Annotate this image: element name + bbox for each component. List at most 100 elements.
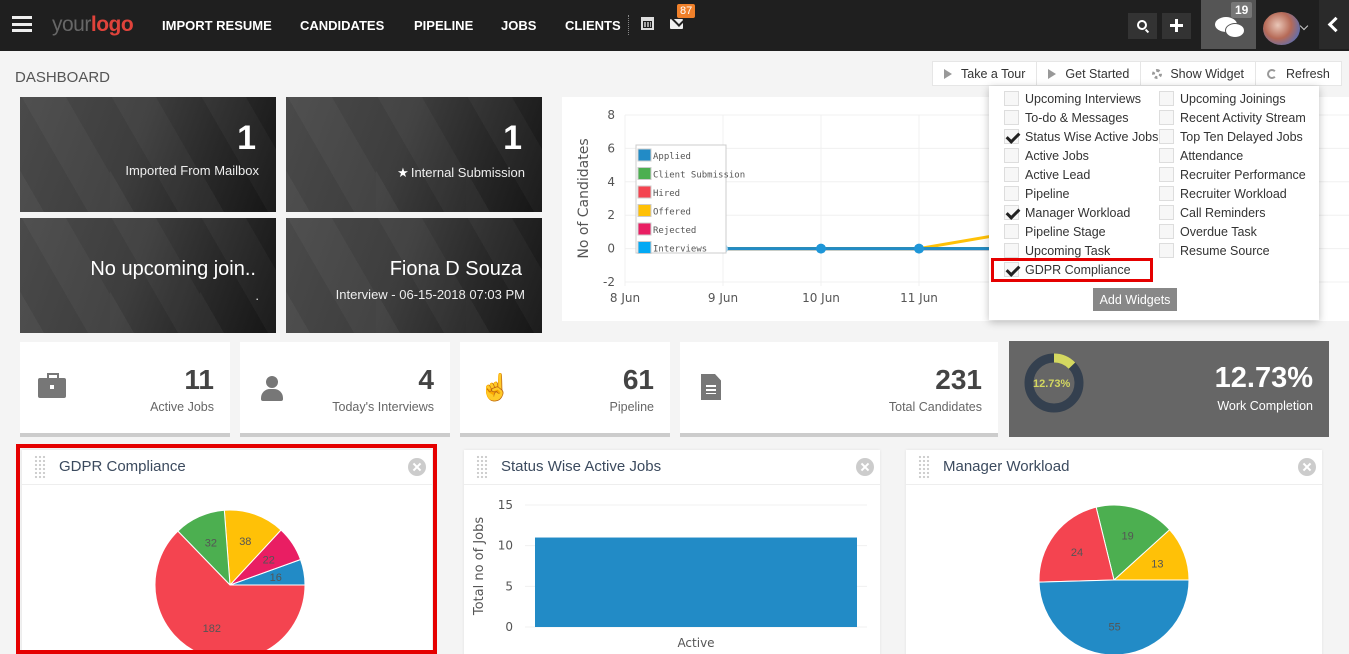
work-completion-tile[interactable]: 12.73% 12.73% Work Completion <box>1009 341 1329 437</box>
checkbox[interactable] <box>1159 224 1174 239</box>
add-widgets-button[interactable]: Add Widgets <box>1093 288 1177 311</box>
checkbox[interactable] <box>1004 91 1019 106</box>
widget-header: Status Wise Active Jobs <box>464 450 880 485</box>
checkbox[interactable] <box>1159 186 1174 201</box>
chevron-down-icon[interactable] <box>1299 21 1309 31</box>
y-tick-label: 8 <box>607 108 615 122</box>
checkbox[interactable] <box>1159 243 1174 258</box>
gdpr-pie-chart: 16 22 38 32 182 <box>154 509 306 654</box>
upcoming-joinings-tile[interactable]: No upcoming join.. . <box>20 218 276 333</box>
menu-icon[interactable] <box>12 16 32 32</box>
checkbox[interactable] <box>1004 224 1019 239</box>
imported-from-mailbox-tile[interactable]: 1 Imported From Mailbox <box>20 97 276 212</box>
nav-import-resume[interactable]: IMPORT RESUME <box>162 18 272 33</box>
y-tick-label: 2 <box>607 208 615 222</box>
checkbox[interactable] <box>1159 129 1174 144</box>
widget-option-recruiter-workload[interactable]: Recruiter Workload <box>1159 186 1287 201</box>
checkbox[interactable] <box>1159 205 1174 220</box>
widget-option-upcoming-interviews[interactable]: Upcoming Interviews <box>1004 91 1141 106</box>
close-icon[interactable] <box>856 458 874 476</box>
y-tick-label: -2 <box>603 275 615 289</box>
pie-data-label: 38 <box>239 536 251 548</box>
chart-legend: Applied Client Submission Hired Offered Reje… <box>635 144 745 255</box>
widget-title: GDPR Compliance <box>59 458 186 475</box>
show-widget-button[interactable]: Show Widget <box>1141 62 1256 85</box>
legend-swatch <box>637 241 652 254</box>
checkbox[interactable] <box>1004 148 1019 163</box>
data-point <box>914 243 924 254</box>
nav-candidates[interactable]: CANDIDATES <box>300 18 384 33</box>
pie-data-label: 13 <box>1151 558 1163 570</box>
checkbox[interactable] <box>1004 110 1019 125</box>
widget-option-pipeline-stage[interactable]: Pipeline Stage <box>1004 224 1106 239</box>
widget-option-status-wise-active-jobs[interactable]: Status Wise Active Jobs <box>1004 129 1158 144</box>
search-button[interactable] <box>1128 13 1157 39</box>
pie-data-label: 19 <box>1121 531 1133 543</box>
checkbox[interactable] <box>1004 167 1019 182</box>
bar <box>535 537 857 627</box>
y-axis-label: No of Candidates <box>576 138 592 258</box>
stat-total-candidates[interactable]: 231 Total Candidates <box>680 342 998 437</box>
drag-handle-icon[interactable] <box>476 455 488 479</box>
widget-title: Status Wise Active Jobs <box>501 458 662 475</box>
x-tick-label: 10 Jun <box>802 291 840 305</box>
stat-active-jobs[interactable]: 11 Active Jobs <box>20 342 230 437</box>
logo[interactable]: yourlogo <box>52 13 134 37</box>
checkbox[interactable] <box>1004 243 1019 258</box>
nav-clients[interactable]: CLIENTS <box>565 18 621 33</box>
legend-swatch <box>637 167 652 180</box>
checkbox[interactable] <box>1159 110 1174 125</box>
widget-option-active-jobs[interactable]: Active Jobs <box>1004 148 1089 163</box>
gear-icon <box>1152 68 1163 79</box>
collapse-sidebar-button[interactable] <box>1319 0 1349 49</box>
avatar[interactable] <box>1263 12 1300 45</box>
close-icon[interactable] <box>1298 458 1316 476</box>
widget-header: GDPR Compliance <box>22 450 432 485</box>
nav-jobs[interactable]: JOBS <box>501 18 536 33</box>
pie-data-label: 16 <box>270 572 282 584</box>
widget-option-manager-workload[interactable]: Manager Workload <box>1004 205 1130 220</box>
y-tick-label: 10 <box>498 539 513 553</box>
checkbox[interactable] <box>1159 91 1174 106</box>
checkbox-checked[interactable] <box>1004 205 1019 220</box>
play-icon <box>944 68 952 79</box>
pie-data-label: 182 <box>203 623 221 635</box>
checkbox[interactable] <box>1004 186 1019 201</box>
drag-handle-icon[interactable] <box>34 455 46 479</box>
refresh-button[interactable]: Refresh <box>1256 62 1341 85</box>
internal-submission-tile[interactable]: 1 ★ Internal Submission <box>286 97 542 212</box>
get-started-button[interactable]: Get Started <box>1037 62 1142 85</box>
take-a-tour-button[interactable]: Take a Tour <box>933 62 1038 85</box>
checkbox[interactable] <box>1159 148 1174 163</box>
calendar-icon[interactable] <box>641 17 654 30</box>
checkbox-checked[interactable] <box>1004 129 1019 144</box>
widget-option-upcoming-joinings[interactable]: Upcoming Joinings <box>1159 91 1286 106</box>
widget-title: Manager Workload <box>943 458 1070 475</box>
widget-option-recent-activity-stream[interactable]: Recent Activity Stream <box>1159 110 1306 125</box>
widget-option-pipeline[interactable]: Pipeline <box>1004 186 1069 201</box>
stat-todays-interviews[interactable]: 4 Today's Interviews <box>240 342 450 437</box>
pie-data-label: 24 <box>1071 547 1083 559</box>
widget-option-overdue-task[interactable]: Overdue Task <box>1159 224 1257 239</box>
widget-option-upcoming-task[interactable]: Upcoming Task <box>1004 243 1110 258</box>
widget-option-to-do-messages[interactable]: To-do & Messages <box>1004 110 1129 125</box>
nav-pipeline[interactable]: PIPELINE <box>414 18 473 33</box>
y-tick-label: 0 <box>607 242 615 256</box>
stat-pipeline[interactable]: ☝ 61 Pipeline <box>460 342 670 437</box>
widget-option-call-reminders[interactable]: Call Reminders <box>1159 205 1265 220</box>
mail-icon[interactable] <box>670 19 683 29</box>
briefcase-icon <box>38 373 66 398</box>
widget-option-recruiter-performance[interactable]: Recruiter Performance <box>1159 167 1306 182</box>
pie-data-label: 32 <box>205 538 217 550</box>
drag-handle-icon[interactable] <box>918 455 930 479</box>
checkbox[interactable] <box>1159 167 1174 182</box>
upcoming-interview-tile[interactable]: Fiona D Souza Interview - 06-15-2018 07:… <box>286 218 542 333</box>
legend-swatch <box>637 222 652 236</box>
play-icon <box>1048 68 1057 79</box>
close-icon[interactable] <box>408 458 426 476</box>
widget-option-attendance[interactable]: Attendance <box>1159 148 1243 163</box>
add-button[interactable] <box>1162 13 1191 39</box>
widget-option-resume-source[interactable]: Resume Source <box>1159 243 1270 258</box>
widget-option-active-lead[interactable]: Active Lead <box>1004 167 1090 182</box>
widget-option-top-ten-delayed-jobs[interactable]: Top Ten Delayed Jobs <box>1159 129 1303 144</box>
